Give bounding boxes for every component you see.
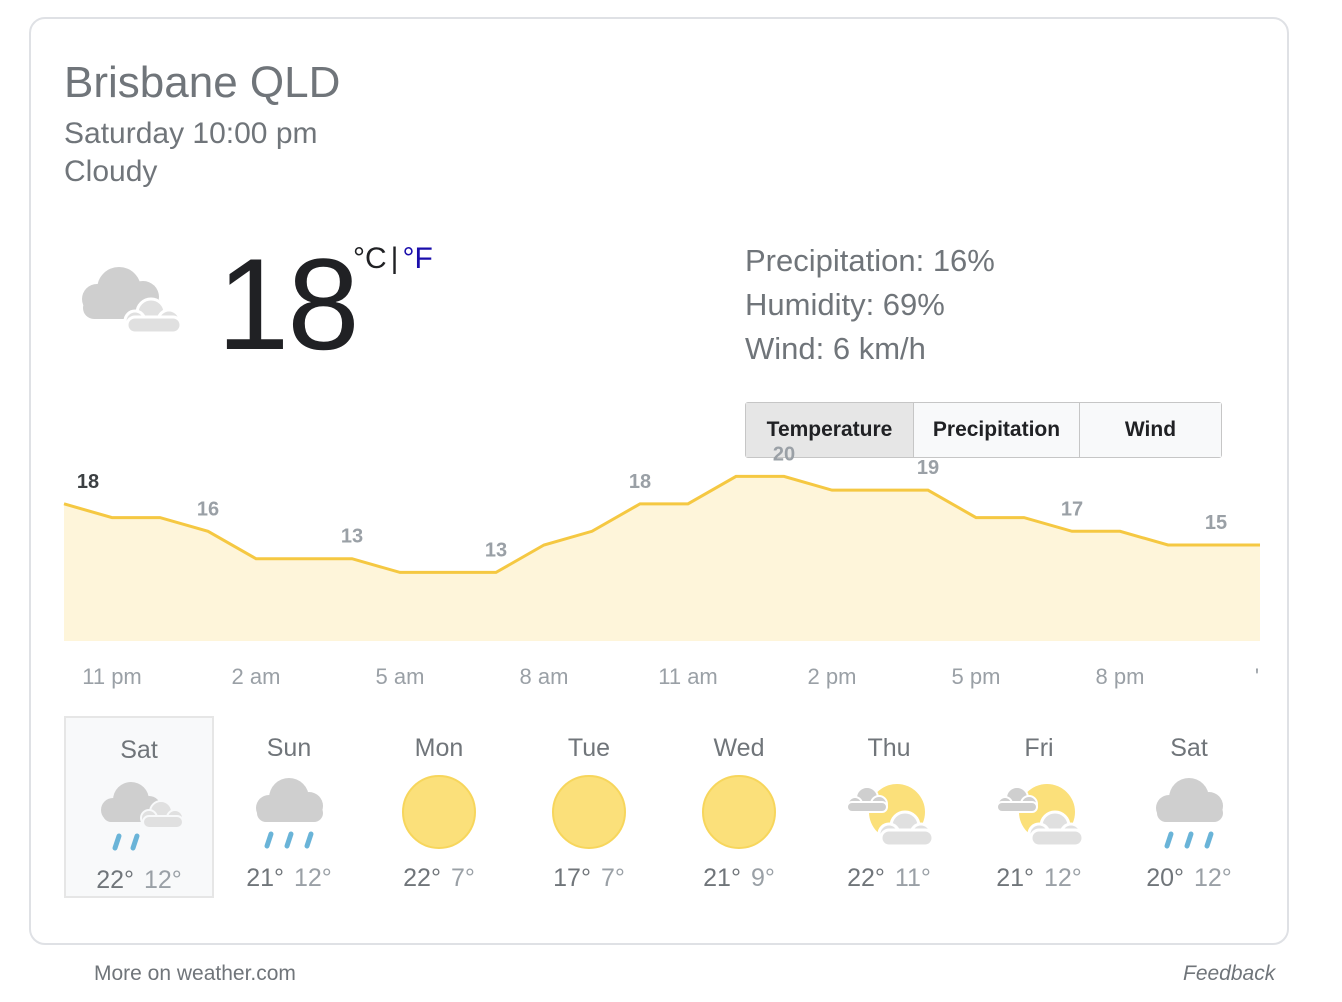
day-temps: 21° 12° bbox=[964, 864, 1114, 893]
day-name: Sat bbox=[1170, 734, 1208, 762]
hour-label: 11 am bbox=[658, 664, 718, 689]
weather-card: Brisbane QLD Saturday 10:00 pm Cloudy 18… bbox=[29, 17, 1289, 945]
low-temp: 12° bbox=[1194, 864, 1232, 892]
high-temp: 21° bbox=[703, 864, 741, 892]
temperature-label: 18 bbox=[77, 471, 99, 493]
day-name: Mon bbox=[414, 734, 464, 762]
temperature-label: 20 bbox=[773, 443, 795, 465]
temperature-label: 18 bbox=[629, 471, 651, 493]
hour-label: 5 am bbox=[375, 664, 425, 689]
more-on-weather-link[interactable]: More on weather.com bbox=[94, 962, 296, 986]
day-temps: 21° 9° bbox=[664, 864, 814, 893]
forecast-day-sat[interactable]: Sat 20° 12° bbox=[1114, 716, 1264, 898]
day-name: Tue bbox=[567, 734, 611, 762]
sun-icon bbox=[552, 775, 626, 849]
hour-label: 8 am bbox=[519, 664, 569, 689]
low-temp: 7° bbox=[450, 864, 475, 892]
partly-cloudy-icon bbox=[846, 784, 935, 848]
low-temp: 12° bbox=[294, 864, 332, 892]
rain-icon bbox=[256, 778, 323, 849]
day-name: Sun bbox=[266, 734, 312, 762]
forecast-day-tue[interactable]: Tue 17° 7° bbox=[514, 716, 664, 898]
low-temp: 12° bbox=[1044, 864, 1082, 892]
temperature-label: 13 bbox=[341, 526, 363, 548]
high-temp: 17° bbox=[553, 864, 591, 892]
hour-label: ' bbox=[1254, 664, 1260, 689]
forecast-day-wed[interactable]: Wed 21° 9° bbox=[664, 716, 814, 898]
sun-icon bbox=[702, 775, 776, 849]
day-name: Sat bbox=[120, 736, 158, 764]
daily-forecast: Sat 22° 12° Sun 21° 12° Mon 22° 7° Tue 17° 7° Wed 21°… bbox=[64, 716, 1264, 898]
low-temp: 9° bbox=[750, 864, 775, 892]
day-temps: 21° 12° bbox=[214, 864, 364, 893]
hour-label: 5 pm bbox=[951, 664, 1001, 689]
day-temps: 22° 11° bbox=[814, 864, 964, 893]
day-temps: 17° 7° bbox=[514, 864, 664, 893]
hour-label: 8 pm bbox=[1095, 664, 1145, 689]
forecast-day-thu[interactable]: Thu 22° 11° bbox=[814, 716, 964, 898]
high-temp: 22° bbox=[403, 864, 441, 892]
day-temps: 22° 7° bbox=[364, 864, 514, 893]
temperature-label: 15 bbox=[1205, 512, 1227, 534]
temperature-label: 16 bbox=[197, 498, 219, 520]
day-temps: 22° 12° bbox=[66, 866, 212, 895]
high-temp: 22° bbox=[96, 866, 134, 894]
temperature-label: 19 bbox=[917, 457, 939, 479]
forecast-day-mon[interactable]: Mon 22° 7° bbox=[364, 716, 514, 898]
temperature-chart: 18 16 13 13 18 20 19 17 15 bbox=[63, 443, 1260, 641]
feedback-link[interactable]: Feedback bbox=[1183, 962, 1275, 986]
day-name: Fri bbox=[1024, 734, 1054, 762]
temperature-label: 13 bbox=[485, 539, 507, 561]
sun-icon bbox=[402, 775, 476, 849]
day-name: Wed bbox=[713, 734, 765, 762]
forecast-day-sun[interactable]: Sun 21° 12° bbox=[214, 716, 364, 898]
rain-partly-cloudy-icon bbox=[101, 782, 184, 851]
hour-axis: 11 pm 2 am 5 am 8 am 11 am 2 pm 5 pm 8 pm ' bbox=[31, 664, 1291, 694]
hour-label: 11 pm bbox=[82, 664, 142, 689]
day-name: Thu bbox=[867, 734, 911, 762]
day-temps: 20° 12° bbox=[1114, 864, 1264, 893]
rain-icon bbox=[1156, 778, 1223, 849]
hour-label: 2 pm bbox=[807, 664, 857, 689]
partly-cloudy-icon bbox=[996, 784, 1085, 848]
low-temp: 12° bbox=[144, 866, 182, 894]
low-temp: 7° bbox=[600, 864, 625, 892]
hour-label: 2 am bbox=[231, 664, 281, 689]
high-temp: 20° bbox=[1146, 864, 1184, 892]
temperature-label: 17 bbox=[1061, 498, 1083, 520]
forecast-day-fri[interactable]: Fri 21° 12° bbox=[964, 716, 1114, 898]
low-temp: 11° bbox=[894, 864, 931, 892]
high-temp: 21° bbox=[996, 864, 1034, 892]
high-temp: 22° bbox=[847, 864, 885, 892]
high-temp: 21° bbox=[246, 864, 284, 892]
forecast-day-sat[interactable]: Sat 22° 12° bbox=[64, 716, 214, 898]
